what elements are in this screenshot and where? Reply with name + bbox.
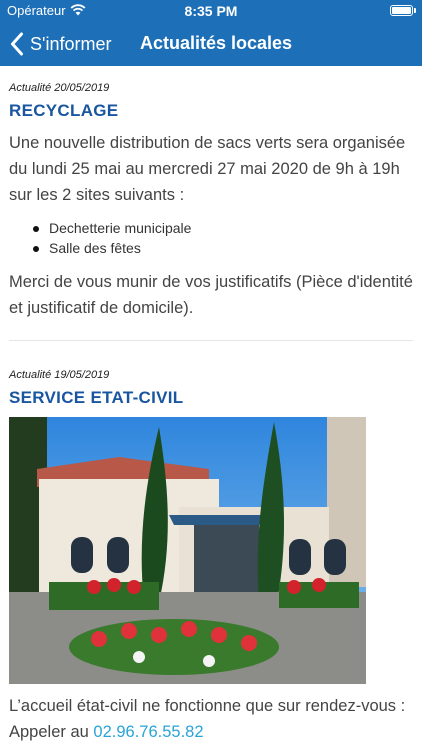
news-article[interactable]: Actualité 19/05/2019 SERVICE ETAT-CIVIL [0,341,422,745]
phone-link[interactable]: 02.96.76.55.82 [93,723,203,741]
article-outro: Merci de vous munir de vos justificatifs… [9,273,413,317]
back-button[interactable]: S'informer [10,30,111,58]
list-item: Dechetterie municipale [9,218,413,238]
battery-icon [390,5,413,16]
news-article[interactable]: Actualité 20/05/2019 RECYCLAGE Une nouve… [0,66,422,321]
article-bullet-list: Dechetterie municipale Salle des fêtes [9,218,413,258]
article-text: L’accueil état-civil ne fonctionne que s… [9,697,406,715]
top-bar: Opérateur 8:35 PM S'informer Actualités … [0,0,422,66]
page-title: Actualités locales [140,33,293,53]
article-date: Actualité 20/05/2019 [9,82,110,94]
chevron-left-icon [11,32,23,56]
navigation-bar: S'informer Actualités locales [0,22,422,66]
clock: 8:35 PM [184,3,238,19]
article-date: Actualité 19/05/2019 [9,369,110,381]
article-title: RECYCLAGE [9,101,119,120]
phone-prefix: Appeler au [9,723,89,741]
list-item: Salle des fêtes [9,238,413,258]
article-title: SERVICE ETAT-CIVIL [9,388,184,407]
battery-tip [414,8,416,13]
back-label: S'informer [30,33,112,54]
article-intro: Une nouvelle distribution de sacs verts … [9,134,406,204]
town-hall-photo [9,417,366,684]
news-feed[interactable]: Actualité 20/05/2019 RECYCLAGE Une nouve… [0,66,422,745]
phone-line: Appeler au 02.96.76.55.82 [9,719,413,745]
status-bar: Opérateur 8:35 PM [0,0,422,22]
